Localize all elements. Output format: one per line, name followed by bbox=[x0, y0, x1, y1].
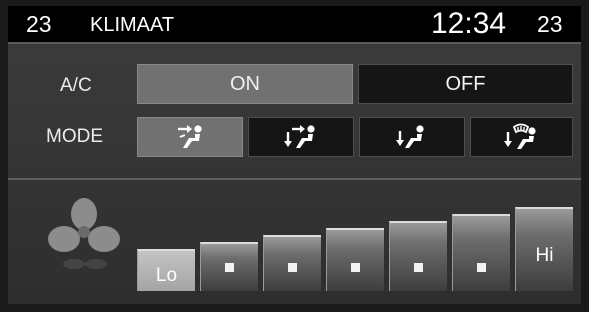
floor-defrost-vent-icon bbox=[503, 123, 540, 151]
display-bezel: 23 KLIMAAT 12:34 23 A/C ON OFF MODE Lo H… bbox=[0, 0, 589, 312]
fan-high-label: Hi bbox=[535, 245, 554, 266]
mode-row-label: MODE bbox=[46, 126, 103, 147]
section-divider bbox=[8, 178, 581, 180]
climate-screen: 23 KLIMAAT 12:34 23 A/C ON OFF MODE Lo H… bbox=[8, 6, 581, 304]
fan-speed-level-3[interactable] bbox=[263, 235, 321, 291]
fan-level-marker bbox=[477, 263, 486, 272]
driver-temperature[interactable]: 23 bbox=[26, 11, 52, 38]
screen-title: KLIMAAT bbox=[90, 14, 175, 36]
status-bar: 23 KLIMAAT 12:34 23 bbox=[8, 6, 581, 44]
fan-speed-level-4[interactable] bbox=[326, 228, 384, 291]
mode-floor-button[interactable] bbox=[359, 117, 465, 157]
ac-on-button[interactable]: ON bbox=[137, 64, 353, 104]
face-floor-vent-icon bbox=[284, 123, 318, 151]
fan-speed-level-2[interactable] bbox=[200, 242, 258, 291]
mode-floor-defrost-button[interactable] bbox=[470, 117, 573, 157]
fan-level-marker bbox=[414, 263, 423, 272]
mode-face-button[interactable] bbox=[137, 117, 243, 157]
passenger-temperature[interactable]: 23 bbox=[537, 11, 563, 38]
fan-level-marker bbox=[288, 263, 297, 272]
fan-speed-level-7[interactable]: Hi bbox=[515, 207, 573, 291]
fan-speed-level-6[interactable] bbox=[452, 214, 510, 291]
ac-off-label: OFF bbox=[445, 72, 486, 95]
face-vent-icon bbox=[175, 123, 205, 151]
fan-icon bbox=[44, 194, 124, 274]
fan-speed-level-5[interactable] bbox=[389, 221, 447, 291]
ac-off-button[interactable]: OFF bbox=[358, 64, 573, 104]
floor-vent-icon bbox=[396, 123, 428, 151]
ac-row-label: A/C bbox=[60, 75, 92, 96]
fan-level-marker bbox=[351, 263, 360, 272]
ac-on-label: ON bbox=[230, 72, 260, 95]
fan-low-label: Lo bbox=[155, 265, 178, 286]
mode-face-floor-button[interactable] bbox=[248, 117, 354, 157]
fan-level-marker bbox=[225, 263, 234, 272]
clock: 12:34 bbox=[431, 7, 507, 40]
fan-speed-level-1[interactable]: Lo bbox=[137, 249, 195, 291]
